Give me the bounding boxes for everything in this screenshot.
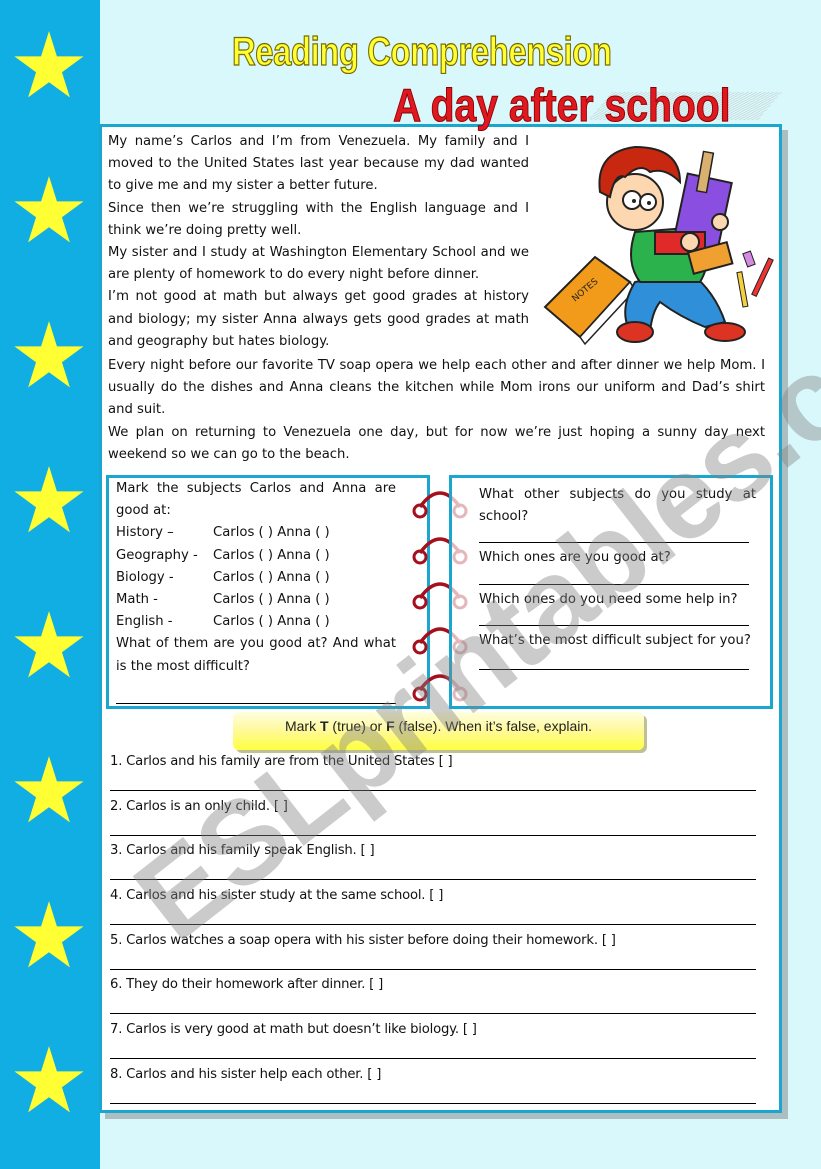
star-icon [13,899,85,971]
star-icon [13,29,85,101]
story-paragraph: Since then we’re struggling with the Eng… [108,200,529,238]
star-icon [13,754,85,826]
answer-line[interactable] [110,834,756,836]
star-icon [13,1044,85,1116]
personal-question: Which ones do you need some help in? [479,591,738,607]
list-item: 7. Carlos is very good at math but doesn… [110,1020,756,1065]
star-icon [13,319,85,391]
personal-questions: What other subjects do you study at scho… [479,484,756,671]
answer-line[interactable] [110,1013,756,1015]
star-icon [13,464,85,536]
false-label: F [386,718,395,734]
list-item: 2. Carlos is an only child. [ ] [110,797,756,842]
story-paragraph: My sister and I study at Washington Elem… [108,245,529,283]
story-paragraph: Every night before our favorite TV soap … [108,358,765,418]
statement: 7. Carlos is very good at math but doesn… [110,1022,477,1038]
answer-line[interactable] [110,1058,756,1060]
answer-line[interactable] [479,652,749,671]
carlos-checkbox[interactable]: Carlos ( ) [213,567,273,589]
anna-checkbox[interactable]: Anna ( ) [277,589,330,611]
carlos-checkbox[interactable]: Carlos ( ) [213,611,273,633]
subjects-exercise: Mark the subjects Carlos and Anna are go… [116,478,396,704]
answer-line[interactable] [116,678,396,704]
subject-name: Biology - [116,569,174,585]
subjects-question: What of them are you good at? And what i… [116,636,396,674]
anna-checkbox[interactable]: Anna ( ) [277,611,330,633]
story-text: My name’s Carlos and I’m from Venezuela.… [108,131,529,353]
answer-line[interactable] [110,968,756,970]
story-paragraph: We plan on returning to Venezuela one da… [108,424,765,462]
true-false-instructions: Mark T (true) or F (false). When it’s fa… [233,712,644,750]
answer-line[interactable] [479,611,749,626]
list-item: 6. They do their homework after dinner. … [110,975,756,1020]
page-subtitle: A day after school [393,79,731,132]
subject-row: Geography - Carlos ( ) Anna ( ) [116,545,396,567]
anna-checkbox[interactable]: Anna ( ) [277,522,330,544]
carlos-checkbox[interactable]: Carlos ( ) [213,589,273,611]
story-paragraph: My name’s Carlos and I’m from Venezuela.… [108,134,529,194]
personal-question: Which ones are you good at? [479,550,671,566]
statement: 5. Carlos watches a soap opera with his … [110,932,616,948]
true-label: T [319,718,329,734]
statement: 1. Carlos and his family are from the Un… [110,754,453,769]
story-paragraph: I’m not good at math but always get good… [108,289,529,349]
subject-name: History – [116,525,174,541]
subjects-intro: Mark the subjects Carlos and Anna are go… [116,481,396,519]
star-icon [13,609,85,681]
subject-row: Math - Carlos ( ) Anna ( ) [116,589,396,611]
list-item: 3. Carlos and his family speak English. … [110,841,756,886]
answer-line[interactable] [110,879,756,881]
subject-name: English - [116,614,173,630]
answer-line[interactable] [110,924,756,926]
statement: 8. Carlos and his sister help each other… [110,1066,382,1082]
statement: 3. Carlos and his family speak English. … [110,843,375,859]
subject-row: Biology - Carlos ( ) Anna ( ) [116,567,396,589]
subject-row: History – Carlos ( ) Anna ( ) [116,522,396,544]
statement: 6. They do their homework after dinner. … [110,977,384,993]
answer-line[interactable] [479,570,749,585]
list-item: 1. Carlos and his family are from the Un… [110,752,756,797]
carlos-checkbox[interactable]: Carlos ( ) [213,545,273,567]
true-false-list: 1. Carlos and his family are from the Un… [110,752,756,1110]
anna-checkbox[interactable]: Anna ( ) [277,567,330,589]
statement: 2. Carlos is an only child. [ ] [110,798,288,814]
list-item: 4. Carlos and his sister study at the sa… [110,886,756,931]
personal-question: What’s the most difficult subject for yo… [479,632,751,648]
answer-line[interactable] [110,1102,756,1104]
answer-line[interactable] [110,790,756,791]
subject-name: Geography - [116,547,198,563]
subject-name: Math - [116,592,158,608]
list-item: 8. Carlos and his sister help each other… [110,1065,756,1110]
anna-checkbox[interactable]: Anna ( ) [277,545,330,567]
page-title: Reading Comprehension [231,29,612,74]
answer-line[interactable] [479,528,749,544]
carlos-checkbox[interactable]: Carlos ( ) [213,522,273,544]
star-icon [13,174,85,246]
story-text-continued: Every night before our favorite TV soap … [108,355,765,466]
statement: 4. Carlos and his sister study at the sa… [110,888,444,904]
sidebar [0,0,100,1169]
boy-carrying-books-illustration: NOTES [540,132,780,352]
personal-question: What other subjects do you study at scho… [479,487,756,525]
list-item: 5. Carlos watches a soap opera with his … [110,931,756,976]
subject-row: English - Carlos ( ) Anna ( ) [116,611,396,633]
